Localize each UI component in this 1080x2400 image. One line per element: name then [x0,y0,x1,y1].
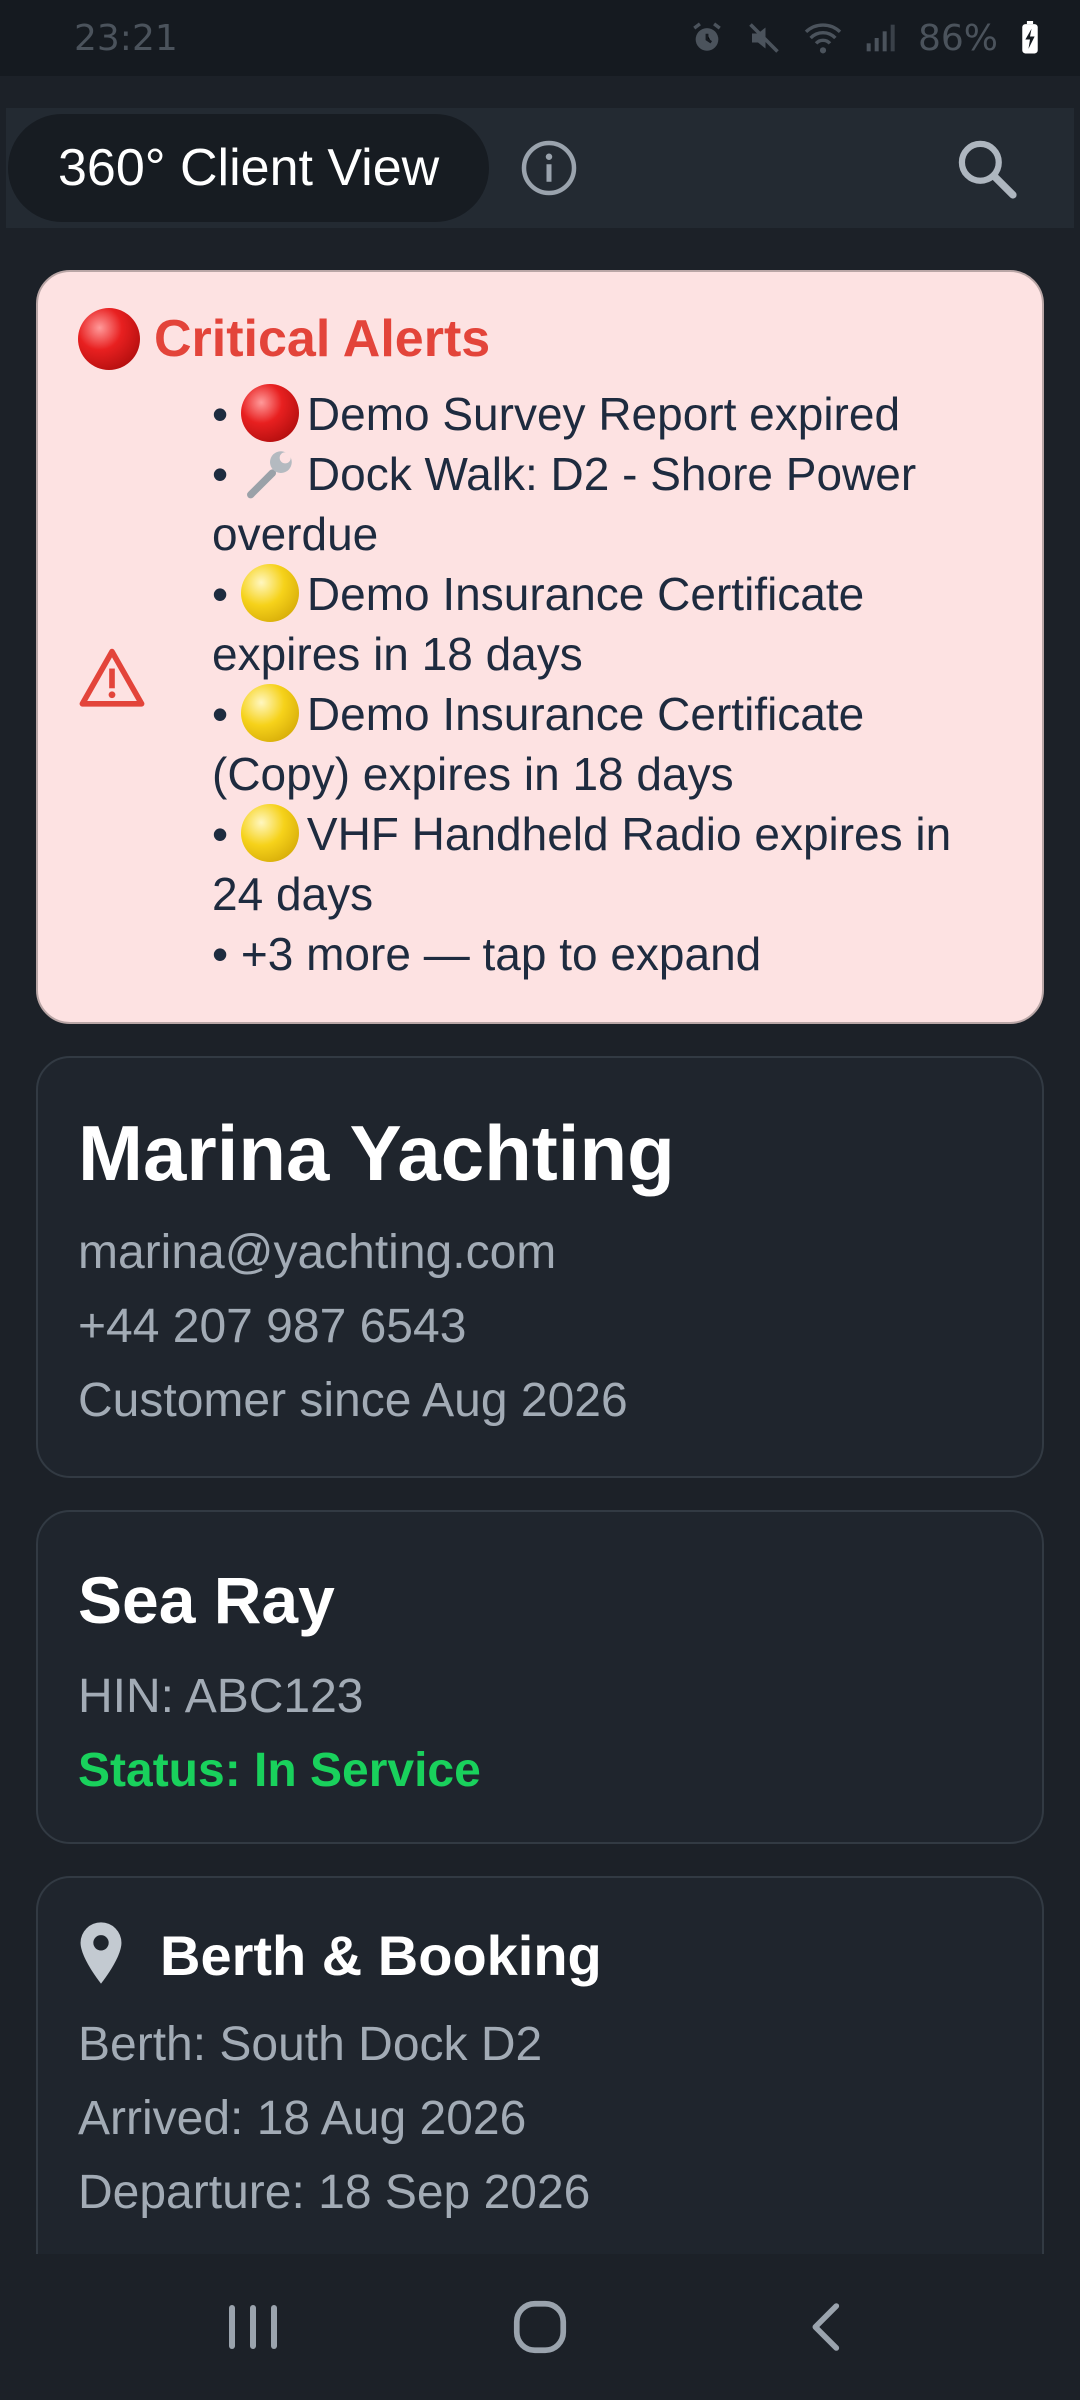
alerts-body: • Demo Survey Report expired • Dock Walk… [78,384,1002,984]
app-bar: 360° Client View [6,108,1074,228]
alert-item[interactable]: • Demo Insurance Certificate (Copy) expi… [212,684,1002,804]
berth-header: Berth & Booking [78,1922,1002,1988]
alert-item[interactable]: • Dock Walk: D2 - Shore Power overdue [212,444,1002,564]
battery-charging-icon [1020,21,1040,55]
berth-title: Berth & Booking [160,1923,602,1987]
mute-icon [746,20,782,56]
client-email[interactable]: marina@yachting.com [78,1216,1002,1290]
alerts-title: Critical Alerts [154,310,491,368]
alert-item[interactable]: • Demo Survey Report expired [212,384,1002,444]
critical-alerts-card[interactable]: Critical Alerts • Demo Survey Report exp… [36,270,1044,1024]
warning-icon [78,646,146,712]
vessel-name: Sea Ray [78,1563,335,1637]
search-button[interactable] [948,130,1024,206]
berth-booking-card[interactable]: Berth & Booking Berth: South Dock D2 Arr… [36,1876,1044,2276]
client-details: marina@yachting.com +44 207 987 6543 Cus… [78,1216,1002,1438]
red-circle-icon [240,384,299,442]
system-nav-bar [0,2254,1080,2400]
berth-location: Berth: South Dock D2 [78,2018,543,2071]
alarm-icon [690,21,724,55]
client-name: Marina Yachting [78,1109,675,1197]
home-icon [513,2300,567,2354]
recents-button[interactable] [208,2282,298,2372]
vessel-status: Status: In Service [78,1744,481,1797]
alerts-list: • Demo Survey Report expired • Dock Walk… [212,384,1002,984]
location-pin-icon [78,1922,124,1988]
vessel-hin: HIN: ABC123 [78,1670,364,1723]
vessel-details: HIN: ABC123 Status: In Service [78,1660,1002,1808]
vessel-card[interactable]: Sea Ray HIN: ABC123 Status: In Service [36,1510,1044,1844]
info-icon [521,140,577,196]
back-icon [812,2303,839,2351]
screen: 23:21 86% 360° Client View Critical Aler… [0,0,1080,2400]
battery-percent: 86% [917,17,998,59]
client-card[interactable]: Marina Yachting marina@yachting.com +44 … [36,1056,1044,1478]
expand-alerts-link[interactable]: • +3 more — tap to expand [212,924,1002,984]
back-button[interactable] [782,2282,872,2372]
info-button[interactable] [517,136,581,200]
alert-item[interactable]: • VHF Handheld Radio expires in 24 days [212,804,1002,924]
signal-icon [864,22,896,54]
yellow-circle-icon [240,804,299,862]
alerts-header: Critical Alerts [78,308,1002,370]
berth-arrived: Arrived: 18 Aug 2026 [78,2092,527,2145]
status-bar: 23:21 86% [0,0,1080,76]
berth-details: Berth: South Dock D2 Arrived: 18 Aug 202… [78,2008,1002,2230]
wrench-icon [241,444,299,502]
alert-item[interactable]: • Demo Insurance Certificate expires in … [212,564,1002,684]
red-circle-icon [78,308,140,370]
page-title[interactable]: 360° Client View [8,114,490,222]
yellow-circle-icon [240,564,299,622]
client-phone[interactable]: +44 207 987 6543 [78,1290,1002,1364]
berth-departure: Departure: 18 Sep 2026 [78,2166,591,2219]
yellow-circle-icon [240,684,299,742]
status-time: 23:21 [74,17,178,59]
recents-icon [229,2305,278,2349]
search-icon [958,140,1017,199]
home-button[interactable] [495,2282,585,2372]
status-icons: 86% [690,18,1040,59]
wifi-icon [804,21,842,55]
client-since: Customer since Aug 2026 [78,1374,628,1427]
